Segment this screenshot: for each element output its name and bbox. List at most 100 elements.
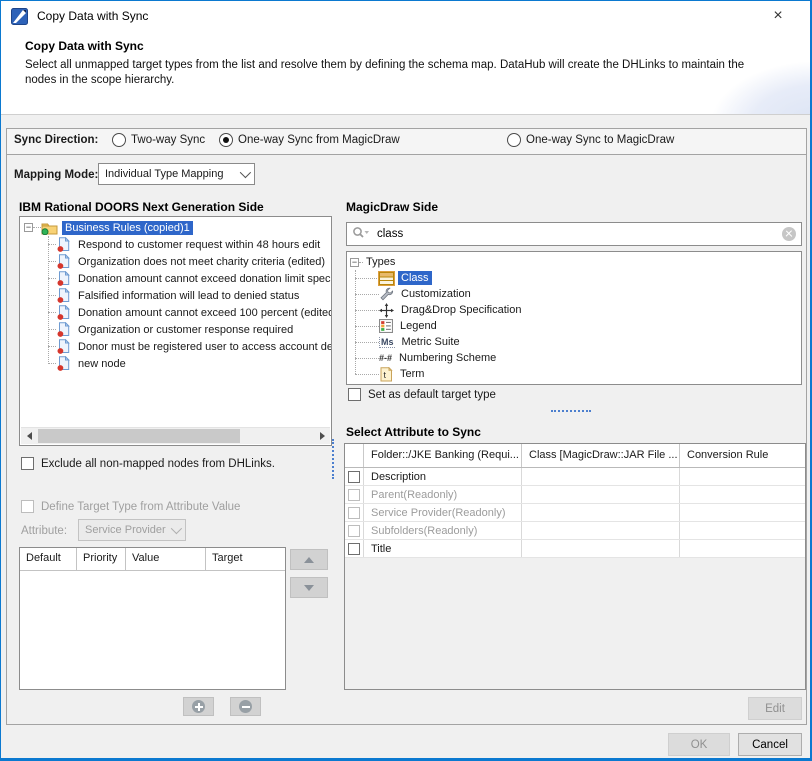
chevron-down-icon (240, 167, 251, 178)
attribute-checkbox-cell[interactable] (345, 504, 364, 521)
exclude-nonmapped-checkbox[interactable] (21, 457, 34, 470)
exclude-nonmapped-checkbox-row[interactable]: Exclude all non-mapped nodes from DHLink… (21, 457, 275, 470)
column-header[interactable]: Class [MagicDraw::JAR File ... (522, 444, 680, 467)
attribute-checkbox[interactable] (348, 471, 360, 483)
tree-guide-line (48, 329, 56, 330)
column-header[interactable]: Conversion Rule (680, 444, 805, 467)
tree-item[interactable]: Legend (355, 318, 801, 334)
target-attribute-cell[interactable] (522, 468, 680, 485)
type-search-box[interactable] (346, 222, 802, 246)
tree-item-label: Donor must be registered user to access … (75, 340, 331, 354)
target-attribute-cell[interactable] (522, 486, 680, 503)
tree-item-label: Donation amount cannot exceed donation l… (75, 272, 331, 286)
target-attribute-cell[interactable] (522, 540, 680, 557)
conversion-rule-cell[interactable] (680, 468, 805, 485)
attribute-name-cell: Subfolders(Readonly) (364, 522, 522, 539)
sync-option-1[interactable]: Two-way Sync (112, 133, 205, 147)
horizontal-splitter-handle[interactable] (551, 410, 591, 412)
attribute-checkbox (348, 525, 360, 537)
attribute-checkbox-cell[interactable] (345, 522, 364, 539)
tree-item[interactable]: MsMetric Suite (355, 334, 801, 350)
cancel-button[interactable]: Cancel (738, 733, 802, 756)
conversion-rule-cell[interactable] (680, 486, 805, 503)
column-header[interactable]: Folder::/JKE Banking (Requi... (364, 444, 522, 467)
tree-item[interactable]: Respond to customer request within 48 ho… (48, 236, 331, 253)
attribute-name-cell: Service Provider(Readonly) (364, 504, 522, 521)
tree-item[interactable]: Drag&Drop Specification (355, 302, 801, 318)
tree-item[interactable]: tTerm (355, 366, 801, 382)
scroll-left-icon[interactable] (21, 428, 37, 444)
attribute-row[interactable]: Subfolders(Readonly) (345, 522, 805, 540)
tree-guide-line (48, 278, 56, 279)
types-tree[interactable]: −Types Class Customization Drag&Drop Spe… (346, 251, 802, 385)
tree-item[interactable]: new node (48, 355, 331, 372)
attribute-sync-table: Folder::/JKE Banking (Requi...Class [Mag… (344, 443, 806, 690)
expander-minus-icon[interactable]: − (24, 223, 33, 232)
magicdraw-app-icon (11, 8, 28, 25)
set-default-target-checkbox[interactable] (348, 388, 361, 401)
vertical-splitter-handle[interactable] (332, 439, 334, 479)
tree-item-label: new node (75, 357, 129, 371)
type-search-input[interactable] (375, 227, 782, 241)
tree-item[interactable]: −Types (350, 254, 801, 270)
metric-suite-icon: Ms (379, 337, 395, 348)
window-title: Copy Data with Sync (37, 9, 148, 23)
edit-button: Edit (748, 697, 802, 720)
horizontal-scrollbar[interactable] (21, 427, 330, 444)
set-default-target-checkbox-row[interactable]: Set as default target type (348, 388, 496, 401)
attribute-row[interactable]: Title (345, 540, 805, 558)
column-header[interactable]: Priority (77, 548, 126, 570)
tree-item[interactable]: Donation amount cannot exceed donation l… (48, 270, 331, 287)
tree-item[interactable]: Donor must be registered user to access … (48, 338, 331, 355)
radio-icon[interactable] (112, 133, 126, 147)
scroll-right-icon[interactable] (314, 428, 330, 444)
attribute-row[interactable]: Parent(Readonly) (345, 486, 805, 504)
mapping-mode-label: Mapping Mode: (14, 169, 98, 181)
tree-item[interactable]: Customization (355, 286, 801, 302)
column-header[interactable]: Target (206, 548, 285, 570)
conversion-rule-cell[interactable] (680, 540, 805, 557)
sync-option-3[interactable]: One-way Sync to MagicDraw (507, 133, 674, 147)
expander-minus-icon[interactable]: − (350, 258, 359, 267)
attribute-checkbox-cell[interactable] (345, 540, 364, 557)
doors-tree[interactable]: − Business Rules (copied)1 Respond to cu… (19, 216, 332, 446)
sync-direction-strip: Sync Direction: Two-way SyncOne-way Sync… (7, 129, 806, 155)
sync-option-2[interactable]: One-way Sync from MagicDraw (219, 133, 400, 147)
attribute-row[interactable]: Description (345, 468, 805, 486)
scrollbar-thumb[interactable] (38, 429, 240, 443)
magicdraw-side-title: MagicDraw Side (346, 200, 438, 214)
attribute-checkbox-cell[interactable] (345, 468, 364, 485)
tree-item[interactable]: Falsified information will lead to denie… (48, 287, 331, 304)
banner-description: Select all unmapped target types from th… (25, 58, 775, 88)
target-attribute-cell[interactable] (522, 504, 680, 521)
mapping-mode-select[interactable]: Individual Type Mapping (98, 163, 255, 185)
clear-search-icon[interactable] (782, 227, 796, 241)
tree-guide-line (48, 261, 56, 262)
column-header[interactable] (345, 444, 364, 467)
attribute-checkbox[interactable] (348, 543, 360, 555)
tree-item[interactable]: − Business Rules (copied)1 (24, 219, 331, 236)
tree-guide-line (355, 294, 379, 295)
tree-item-label: Drag&Drop Specification (398, 303, 524, 317)
radio-icon[interactable] (507, 133, 521, 147)
column-header[interactable]: Value (126, 548, 206, 570)
column-header[interactable]: Default (20, 548, 77, 570)
tree-item[interactable]: Organization does not meet charity crite… (48, 253, 331, 270)
sync-option-label: One-way Sync from MagicDraw (238, 134, 400, 146)
attribute-checkbox-cell[interactable] (345, 486, 364, 503)
radio-selected-icon[interactable] (219, 133, 233, 147)
requirement-icon (56, 339, 71, 354)
close-icon[interactable]: × (758, 1, 798, 31)
tree-item-label: Legend (397, 319, 440, 333)
conversion-rule-cell[interactable] (680, 522, 805, 539)
tree-item[interactable]: Class (355, 270, 801, 286)
tree-item[interactable]: Organization or customer response requir… (48, 321, 331, 338)
conversion-rule-cell[interactable] (680, 504, 805, 521)
attribute-row[interactable]: Service Provider(Readonly) (345, 504, 805, 522)
tree-guide-line (355, 270, 356, 374)
target-attribute-cell[interactable] (522, 522, 680, 539)
dragdrop-icon (379, 303, 394, 318)
tree-item[interactable]: #-#Numbering Scheme (355, 350, 801, 366)
tree-item[interactable]: Donation amount cannot exceed 100 percen… (48, 304, 331, 321)
sync-option-label: Two-way Sync (131, 134, 205, 146)
